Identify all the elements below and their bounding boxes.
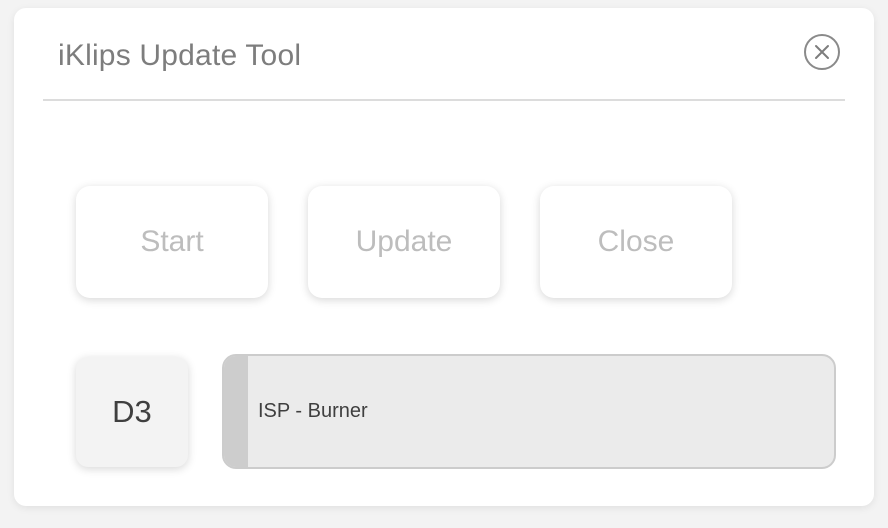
progress-label: ISP - Burner [258,400,368,422]
update-button[interactable]: Update [308,186,500,298]
title-divider [43,99,845,101]
window-title: iKlips Update Tool [58,39,302,72]
progress-fill [224,356,249,467]
device-badge: D3 [76,357,188,467]
start-button[interactable]: Start [76,186,268,298]
progress-bar: ISP - Burner [222,354,836,469]
update-tool-window: iKlips Update Tool Start Update Close D3… [14,8,874,506]
close-window-button[interactable] [804,34,840,70]
close-button[interactable]: Close [540,186,732,298]
